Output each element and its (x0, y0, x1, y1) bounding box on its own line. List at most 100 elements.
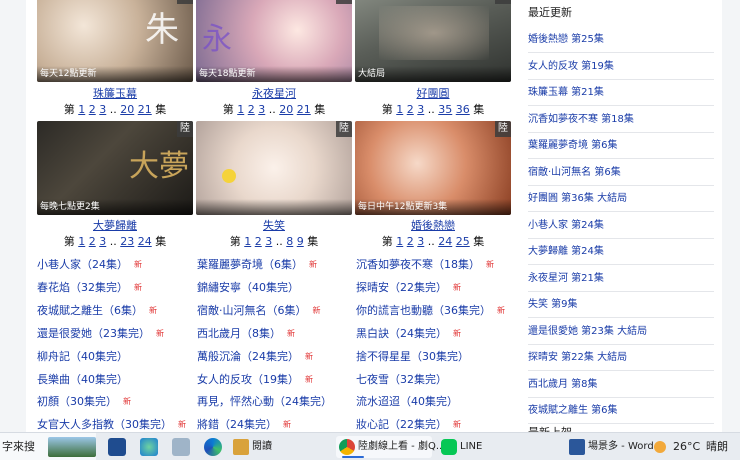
episode-link[interactable]: 24 (438, 235, 452, 248)
show-list-item[interactable]: 沉香如夢夜不寒（18集） 新 (356, 257, 494, 272)
show-list-item[interactable]: 西北歲月（8集） 新 (197, 326, 295, 341)
show-name-link[interactable]: 初顏 (37, 395, 59, 408)
episode-link[interactable]: 25 (456, 235, 470, 248)
show-name-link[interactable]: 女官大人多指教 (37, 418, 114, 431)
poster-card[interactable]: 大夢 陸 每晚七點更2集 (37, 121, 193, 215)
show-name-link[interactable]: 長樂曲 (37, 373, 70, 386)
show-name-link[interactable]: 宿敵·山河無名 (197, 304, 267, 317)
recent-update-link[interactable]: 女人的反攻 第19集 (528, 60, 614, 74)
show-name-link[interactable]: 探晴安 (356, 281, 389, 294)
show-title-link[interactable]: 珠簾玉幕 (37, 85, 193, 101)
recent-update-link[interactable]: 好團圓 第36集 大結局 (528, 192, 627, 206)
episode-link[interactable]: 2 (89, 103, 96, 116)
show-name-link[interactable]: 小巷人家 (37, 258, 81, 271)
episode-link[interactable]: 24 (138, 235, 152, 248)
episode-link[interactable]: 2 (407, 235, 414, 248)
show-name-link[interactable]: 沉香如夢夜不寒 (356, 258, 433, 271)
show-list-item[interactable]: 將錯（24集完） 新 (197, 417, 291, 432)
poster-card[interactable]: 陸 (196, 121, 352, 215)
episode-link[interactable]: 8 (286, 235, 293, 248)
episode-link[interactable]: 23 (120, 235, 134, 248)
episode-link[interactable]: 21 (138, 103, 152, 116)
episode-link[interactable]: 1 (78, 235, 85, 248)
show-name-link[interactable]: 七夜雪 (356, 373, 389, 386)
episode-link[interactable]: 3 (258, 103, 265, 116)
show-title-link[interactable]: 永夜星河 (196, 85, 352, 101)
poster-card[interactable]: 陸 大結局 (355, 0, 511, 82)
show-list-item[interactable]: 你的謊言也動聽（36集完） 新 (356, 303, 505, 318)
show-list-item[interactable]: 流水迢迢（40集完） (356, 394, 458, 409)
episode-link[interactable]: 21 (297, 103, 311, 116)
show-list-item[interactable]: 還是很愛她（23集完） 新 (37, 326, 164, 341)
episode-link[interactable]: 1 (396, 103, 403, 116)
show-list-item[interactable]: 宿敵·山河無名（6集） 新 (197, 303, 321, 318)
show-list-item[interactable]: 夜城賦之離生（6集） 新 (37, 303, 157, 318)
show-list-item[interactable]: 妝心記（22集完） 新 (356, 417, 461, 432)
episode-link[interactable]: 3 (417, 103, 424, 116)
episode-link[interactable]: 1 (396, 235, 403, 248)
show-title-link[interactable]: 失笑 (196, 217, 352, 233)
recent-update-link[interactable]: 沉香如夢夜不寒 第18集 (528, 113, 634, 127)
show-list-item[interactable]: 捨不得星星（30集完） (356, 349, 469, 364)
episode-link[interactable]: 2 (89, 235, 96, 248)
recent-update-link[interactable]: 珠簾玉幕 第21集 (528, 86, 604, 100)
show-list-item[interactable]: 小巷人家（24集） 新 (37, 257, 142, 272)
taskbar-app-chrome[interactable]: 陸劇線上看 - 劇Q... (336, 436, 445, 458)
show-title-link[interactable]: 好團圓 (355, 85, 511, 101)
show-name-link[interactable]: 萬般沉淪 (197, 350, 241, 363)
episode-link[interactable]: 2 (407, 103, 414, 116)
show-name-link[interactable]: 妝心記 (356, 418, 389, 431)
episode-link[interactable]: 3 (99, 235, 106, 248)
show-name-link[interactable]: 柳舟記 (37, 350, 70, 363)
show-title-link[interactable]: 婚後熱戀 (355, 217, 511, 233)
show-name-link[interactable]: 西北歲月 (197, 327, 241, 340)
show-name-link[interactable]: 錦繡安寧 (197, 281, 241, 294)
episode-link[interactable]: 36 (456, 103, 470, 116)
show-title-link[interactable]: 大夢歸離 (37, 217, 193, 233)
episode-link[interactable]: 2 (248, 103, 255, 116)
show-list-item[interactable]: 初顏（30集完） 新 (37, 394, 131, 409)
weather-temp[interactable]: 26°C (673, 433, 700, 460)
recent-update-link[interactable]: 探晴安 第22集 大結局 (528, 351, 627, 365)
episode-link[interactable]: 9 (297, 235, 304, 248)
show-list-item[interactable]: 黑白訣（24集完） 新 (356, 326, 461, 341)
weather-condition[interactable]: 晴朗 (706, 433, 728, 460)
episode-link[interactable]: 1 (78, 103, 85, 116)
episode-link[interactable]: 1 (244, 235, 251, 248)
show-name-link[interactable]: 將錯 (197, 418, 219, 431)
show-list-item[interactable]: 錦繡安寧（40集完） (197, 280, 299, 295)
episode-link[interactable]: 3 (99, 103, 106, 116)
show-list-item[interactable]: 春花焰（32集完） 新 (37, 280, 142, 295)
show-name-link[interactable]: 你的謊言也動聽 (356, 304, 433, 317)
recent-update-link[interactable]: 夜城賦之離生 第6集 (528, 404, 618, 418)
show-name-link[interactable]: 夜城賦之離生 (37, 304, 103, 317)
recent-update-link[interactable]: 還是很愛她 第23集 大結局 (528, 325, 647, 339)
poster-card[interactable]: 永 陸 每天18點更新 (196, 0, 352, 82)
recent-update-link[interactable]: 小巷人家 第24集 (528, 219, 604, 233)
recent-update-link[interactable]: 西北歲月 第8集 (528, 378, 598, 392)
taskbar-app-word[interactable]: 場景多 - Word (566, 436, 654, 458)
episode-link[interactable]: 20 (120, 103, 134, 116)
episode-link[interactable]: 3 (417, 235, 424, 248)
show-name-link[interactable]: 黑白訣 (356, 327, 389, 340)
episode-link[interactable]: 3 (265, 235, 272, 248)
taskbar-app-reader[interactable]: 閱讀 (230, 436, 310, 458)
show-list-item[interactable]: 探晴安（22集完） 新 (356, 280, 461, 295)
recent-update-link[interactable]: 大夢歸離 第24集 (528, 245, 604, 259)
show-list-item[interactable]: 女人的反攻（19集） 新 (197, 372, 313, 387)
recent-update-link[interactable]: 宿敵·山河無名 第6集 (528, 166, 621, 180)
task-view-icon[interactable] (108, 438, 126, 456)
show-list-item[interactable]: 萬般沉淪（24集完） 新 (197, 349, 313, 364)
recent-update-link[interactable]: 婚後熱戀 第25集 (528, 33, 604, 47)
episode-link[interactable]: 2 (255, 235, 262, 248)
show-name-link[interactable]: 葉羅麗夢奇境 (197, 258, 263, 271)
recent-update-link[interactable]: 葉羅麗夢奇境 第6集 (528, 139, 618, 153)
show-list-item[interactable]: 葉羅麗夢奇境（6集） 新 (197, 257, 317, 272)
recent-update-link[interactable]: 永夜星河 第21集 (528, 272, 604, 286)
show-list-item[interactable]: 女官大人多指教（30集完） 新 (37, 417, 186, 432)
show-name-link[interactable]: 流水迢迢 (356, 395, 400, 408)
show-list-item[interactable]: 長樂曲（40集完） (37, 372, 128, 387)
episode-link[interactable]: 20 (279, 103, 293, 116)
show-list-item[interactable]: 柳舟記（40集完） (37, 349, 128, 364)
episode-link[interactable]: 35 (438, 103, 452, 116)
